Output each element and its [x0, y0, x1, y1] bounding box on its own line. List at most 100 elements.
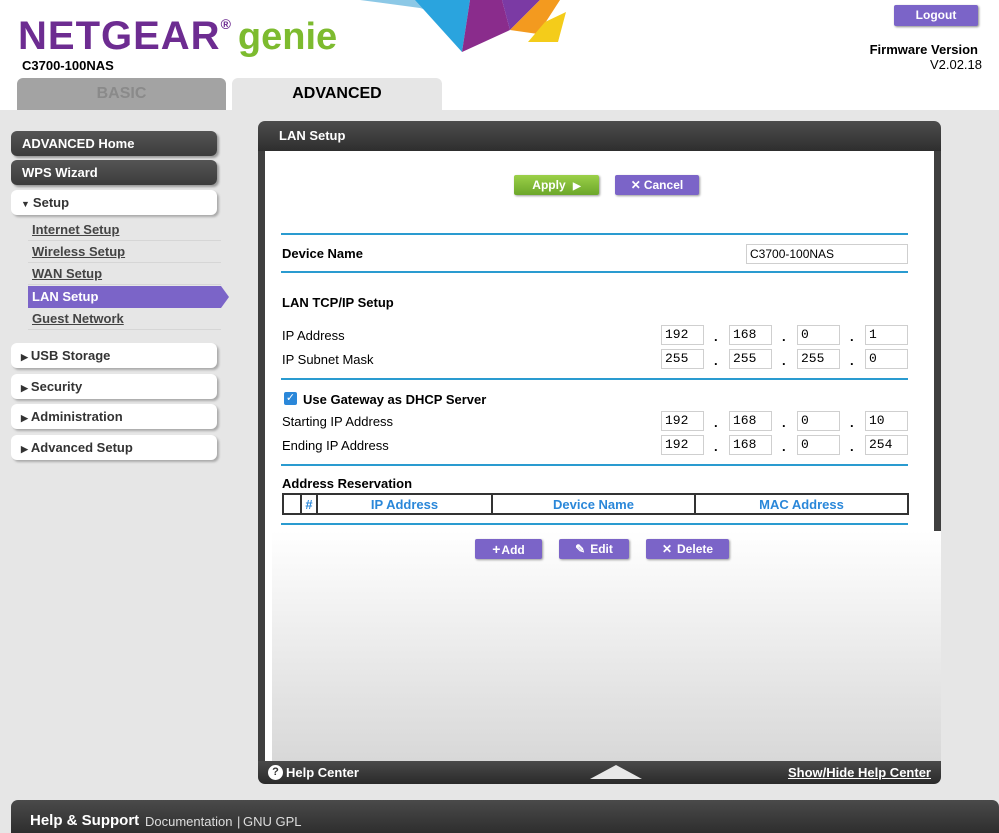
sidebar-item-lan-setup[interactable]: LAN Setup: [28, 286, 229, 308]
starting-ip-label: Starting IP Address: [282, 414, 394, 429]
netgear-genie-logo: NETGEAR® genie: [18, 14, 337, 59]
add-button[interactable]: +Add: [475, 539, 542, 559]
octet-separator: .: [782, 329, 786, 344]
divider: [281, 464, 908, 466]
caret-right-icon: ▶: [21, 352, 28, 362]
caret-right-icon: ▶: [21, 383, 28, 393]
end-ip-octet-1[interactable]: 192: [661, 435, 704, 455]
ip-address-octet-2[interactable]: 168: [729, 325, 772, 345]
panel-title: LAN Setup: [258, 121, 941, 151]
subnet-octet-3[interactable]: 255: [797, 349, 840, 369]
sidebar-item-wan-setup[interactable]: WAN Setup: [28, 263, 221, 285]
nav-wps-wizard[interactable]: WPS Wizard: [11, 160, 217, 185]
sidebar-item-wireless-setup[interactable]: Wireless Setup: [28, 241, 221, 263]
subnet-octet-1[interactable]: 255: [661, 349, 704, 369]
column-header-ip-address[interactable]: IP Address: [317, 494, 493, 514]
close-icon: ✕: [661, 542, 673, 556]
shape-magenta: [462, 0, 510, 52]
subnet-octet-4[interactable]: 0: [865, 349, 908, 369]
ending-ip-label: Ending IP Address: [282, 438, 389, 453]
gnu-gpl-link[interactable]: GNU GPL: [243, 814, 302, 829]
nav-setup[interactable]: ▼ Setup: [11, 190, 217, 215]
device-name-input[interactable]: C3700-100NAS: [746, 244, 908, 264]
start-ip-octet-1[interactable]: 192: [661, 411, 704, 431]
caret-right-icon: ▶: [21, 444, 28, 454]
caret-down-icon: ▼: [21, 199, 30, 209]
ip-address-octet-3[interactable]: 0: [797, 325, 840, 345]
table-header-row: # IP Address Device Name MAC Address: [283, 494, 908, 514]
delete-button[interactable]: ✕ Delete: [646, 539, 729, 559]
lan-tcpip-heading: LAN TCP/IP Setup: [282, 295, 394, 310]
help-icon: ?: [268, 765, 283, 780]
octet-separator: .: [714, 415, 718, 430]
column-header-number[interactable]: #: [301, 494, 318, 514]
brand-genie: genie: [237, 16, 338, 58]
end-ip-octet-4[interactable]: 254: [865, 435, 908, 455]
footer-separator: |: [237, 814, 241, 829]
device-name-label: Device Name: [282, 246, 363, 261]
ip-address-octet-1[interactable]: 192: [661, 325, 704, 345]
octet-separator: .: [850, 415, 854, 430]
caret-right-icon: ▶: [21, 413, 28, 423]
play-icon: ▶: [572, 181, 581, 192]
start-ip-octet-3[interactable]: 0: [797, 411, 840, 431]
add-button-label: Add: [501, 543, 525, 557]
show-hide-help-center-link[interactable]: Show/Hide Help Center: [788, 761, 931, 784]
apply-button-label: Apply: [532, 178, 566, 192]
tab-basic[interactable]: BASIC: [17, 78, 226, 110]
dhcp-server-checkbox[interactable]: ✓: [284, 392, 297, 405]
footer: Help & Support Documentation | GNU GPL: [11, 800, 999, 833]
sidebar-item-guest-network[interactable]: Guest Network: [28, 308, 221, 330]
octet-separator: .: [850, 439, 854, 454]
nav-security-label: Security: [30, 379, 83, 394]
octet-separator: .: [714, 329, 718, 344]
shape-blue: [415, 0, 470, 52]
column-header-mac-address[interactable]: MAC Address: [695, 494, 908, 514]
column-header-device-name[interactable]: Device Name: [492, 494, 696, 514]
nav-usb-storage-label: USB Storage: [30, 348, 111, 363]
octet-separator: .: [850, 353, 854, 368]
decorative-shapes-graphic: [360, 0, 566, 52]
firmware-label: Firmware Version: [869, 42, 978, 57]
octet-separator: .: [782, 353, 786, 368]
edit-button[interactable]: ✎ Edit: [559, 539, 629, 559]
sidebar-item-internet-setup[interactable]: Internet Setup: [28, 219, 221, 241]
panel-body: [258, 151, 941, 761]
nav-usb-storage[interactable]: ▶ USB Storage: [11, 343, 217, 368]
ip-address-octet-4[interactable]: 1: [865, 325, 908, 345]
delete-button-label: Delete: [677, 542, 714, 556]
apply-button[interactable]: Apply ▶: [514, 175, 599, 195]
nav-advanced-setup-label: Advanced Setup: [30, 440, 133, 455]
nav-administration[interactable]: ▶ Administration: [11, 404, 217, 429]
brand-netgear: NETGEAR: [18, 14, 221, 58]
expand-arrow-icon[interactable]: [590, 765, 642, 779]
octet-separator: .: [714, 353, 718, 368]
tab-advanced[interactable]: ADVANCED: [232, 78, 442, 110]
end-ip-octet-3[interactable]: 0: [797, 435, 840, 455]
octet-separator: .: [782, 415, 786, 430]
octet-separator: .: [782, 439, 786, 454]
cancel-button-label: Cancel: [643, 178, 684, 192]
header: NETGEAR® genie C3700-100NAS Logout Firmwa…: [0, 0, 999, 110]
subnet-octet-2[interactable]: 255: [729, 349, 772, 369]
select-column-header: [283, 494, 302, 514]
plus-icon: +: [492, 541, 501, 557]
start-ip-octet-4[interactable]: 10: [865, 411, 908, 431]
nav-administration-label: Administration: [30, 409, 123, 424]
divider: [281, 233, 908, 235]
subnet-mask-label: IP Subnet Mask: [282, 352, 374, 367]
end-ip-octet-2[interactable]: 168: [729, 435, 772, 455]
start-ip-octet-2[interactable]: 168: [729, 411, 772, 431]
address-reservation-table: # IP Address Device Name MAC Address: [282, 493, 909, 515]
divider: [281, 523, 908, 525]
documentation-link[interactable]: Documentation: [145, 814, 232, 829]
logout-button[interactable]: Logout: [894, 5, 978, 26]
nav-advanced-setup[interactable]: ▶ Advanced Setup: [11, 435, 217, 460]
cancel-button[interactable]: ✕ Cancel: [615, 175, 699, 195]
panel-background-gradient: [272, 531, 941, 761]
nav-advanced-home[interactable]: ADVANCED Home: [11, 131, 217, 156]
ip-address-label: IP Address: [282, 328, 345, 343]
nav-setup-label: Setup: [32, 195, 70, 210]
nav-security[interactable]: ▶ Security: [11, 374, 217, 399]
help-center-label: Help Center: [286, 765, 359, 780]
